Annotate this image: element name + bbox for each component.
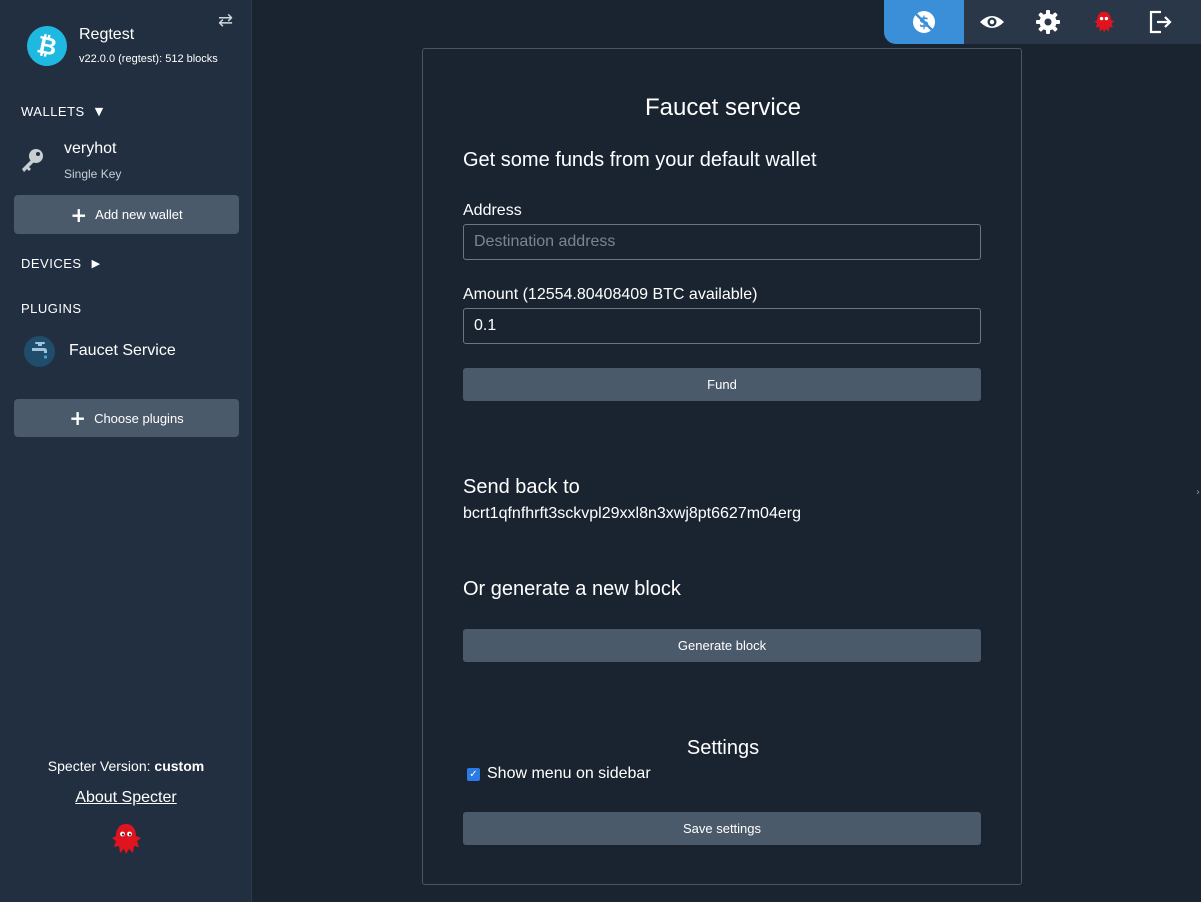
generate-block-button[interactable]: Generate block [463,629,981,662]
send-back-title: Send back to [463,476,580,498]
version-label: Specter Version: [47,758,151,774]
faucet-plugin-button[interactable]: $ [884,0,964,44]
faucet-card: Faucet service Get some funds from your … [422,48,1022,885]
faucet-icon [24,335,55,367]
bitcoin-logo-icon: ₿ [23,22,71,70]
logout-icon [1149,10,1172,34]
page-title: Faucet service [644,94,802,121]
show-menu-option[interactable]: ✓ Show menu on sidebar [467,765,651,783]
caret-down-icon: ▼ [94,105,104,118]
generate-block-title: Or generate a new block [463,578,681,600]
devices-title: DEVICES [21,256,82,271]
settings-title: Settings [686,737,760,759]
plugins-title: PLUGINS [21,301,82,316]
network-selector[interactable]: ₿ Regtest v22.0.0 (regtest): 512 blocks [23,22,237,70]
show-menu-checkbox[interactable]: ✓ [467,767,480,781]
amount-input[interactable] [463,308,981,344]
choose-plugins-button[interactable]: + Choose plugins [14,399,239,437]
address-input[interactable] [463,224,981,260]
plus-icon: + [70,202,88,227]
about-specter-link[interactable]: About Specter [0,789,252,807]
sidebar-item-wallet-veryhot[interactable]: veryhot Single Key [16,138,236,184]
send-back-address: bcrt1qfnfhrft3sckvpl29xxl8n3xwj8pt6627m0… [463,505,801,522]
specter-version: Specter Version: custom [0,758,252,774]
eye-icon [980,16,1004,28]
settings-button[interactable] [1020,0,1076,44]
show-menu-label: Show menu on sidebar [487,765,651,782]
scroll-handle-icon: › [1196,487,1200,498]
specter-ghost-logo-icon [112,824,141,854]
ghost-icon [1094,11,1115,33]
address-label: Address [463,202,522,219]
network-name: Regtest [79,26,135,43]
switch-network-icon[interactable]: ⇄ [218,10,233,31]
sidebar-item-faucet-service[interactable]: Faucet Service [24,335,234,367]
specter-ghost-button[interactable] [1076,0,1132,44]
plus-icon: + [69,406,87,430]
add-wallet-button[interactable]: + Add new wallet [14,195,239,234]
key-icon [22,149,43,172]
amount-label: Amount (12554.80408409 BTC available) [463,286,758,303]
faucet-subtitle: Get some funds from your default wallet [463,149,817,171]
caret-right-icon: ▶ [91,257,101,270]
top-toolbar: $ [884,0,1201,44]
wallets-section-toggle[interactable]: WALLETS ▼ [21,104,104,119]
save-settings-button[interactable]: Save settings [463,812,981,845]
faucet-icon: $ [913,11,935,33]
version-value: custom [154,758,205,774]
network-version: v22.0.0 (regtest): 512 blocks [79,53,218,65]
fund-button[interactable]: Fund [463,368,981,401]
choose-plugins-label: Choose plugins [94,410,184,426]
wallets-title: WALLETS [21,104,85,119]
plugin-label: Faucet Service [69,342,176,359]
gear-icon [1036,10,1060,34]
wallet-type: Single Key [64,167,122,181]
logout-button[interactable] [1132,0,1188,44]
sidebar: ₿ Regtest v22.0.0 (regtest): 512 blocks … [0,0,252,902]
wallet-name: veryhot [64,140,117,157]
hide-balances-button[interactable] [964,0,1020,44]
add-wallet-label: Add new wallet [95,207,183,222]
devices-section-toggle[interactable]: DEVICES ▶ [21,256,101,271]
